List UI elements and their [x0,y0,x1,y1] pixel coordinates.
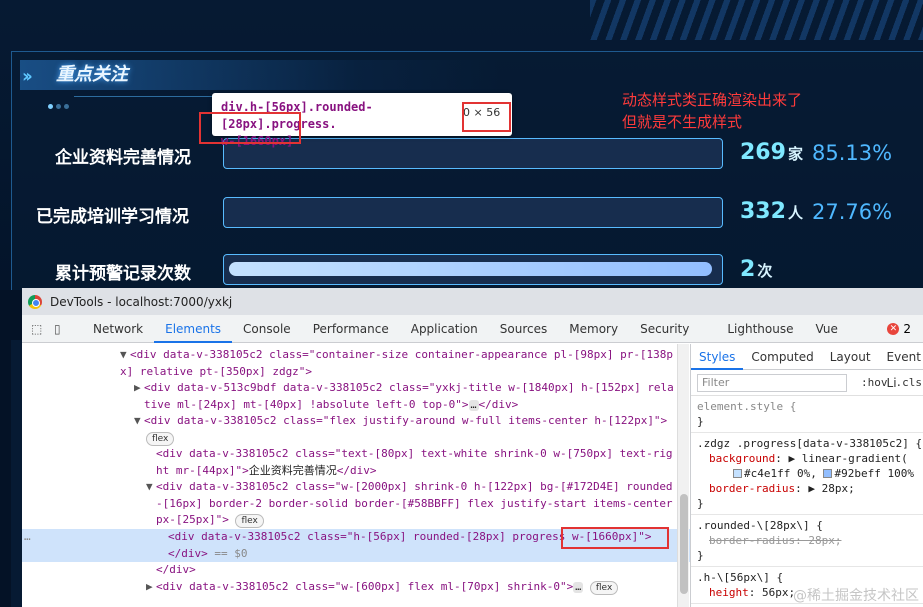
dom-node[interactable]: ▼ <div data-v-338105c2 class="w-[2000px] … [22,479,690,496]
rule-element-style[interactable]: element.style { } [691,396,923,433]
dashboard-edge [11,340,22,607]
tab-performance[interactable]: Performance [302,315,400,343]
header-decoration [590,0,923,40]
dom-node[interactable]: ▶ <div data-v-513c9bdf data-v-338105c2 cl… [22,380,690,397]
tab-event-listeners[interactable]: Event Li [879,344,923,390]
devtools-titlebar: DevTools - localhost:7000/yxkj [22,288,923,315]
chrome-icon [28,294,42,309]
error-icon: ✕ [887,323,900,335]
device-toolbar-icon[interactable]: ▯ [54,322,68,336]
dom-node-cont: ht mr-[44px]">企业资料完善情况</div> [156,463,377,477]
elements-dom-tree: ▼ <div data-v-338105c2 class="container-s… [22,344,690,607]
progress-fill-warnings [229,262,712,276]
title-dots-decoration [48,94,72,113]
devtools-window: DevTools - localhost:7000/yxkj ⬚ ▯ Netwo… [22,288,923,607]
percent-profile: 85.13% [812,141,893,165]
devtools-window-title: DevTools - localhost:7000/yxkj [50,294,233,309]
dashboard: ›› 重点关注 企业资料完善情况 269 家 85.13% 已完成培训学习情况 3… [0,0,923,290]
annotation-box-class [561,527,669,549]
tab-memory[interactable]: Memory [558,315,629,343]
flex-badge[interactable]: flex [22,430,690,447]
color-swatch[interactable] [823,469,833,478]
dom-node[interactable]: <div data-v-338105c2 class="text-[80px] … [22,446,690,463]
section-title: 重点关注 [56,64,128,85]
color-swatch[interactable] [733,469,742,478]
title-underline [74,96,224,97]
dom-node[interactable]: ▶ <div data-v-338105c2 class="w-[600px] f… [22,579,690,596]
tab-elements[interactable]: Elements [154,315,233,343]
dom-node-close: </div> [156,563,196,576]
count-warnings: 2次 [740,257,773,282]
dom-scrollbar[interactable] [677,344,689,607]
dom-node[interactable]: ▼ <div data-v-338105c2 class="flex justif… [22,413,690,430]
tab-styles[interactable]: Styles [691,344,744,370]
watermark: @稀土掘金技术社区 [793,588,919,604]
inspect-element-icon[interactable]: ⬚ [31,322,45,336]
chevron-right-icon: ›› [22,66,33,87]
dom-node[interactable]: ▼ <div data-v-338105c2 class="container-s… [22,347,690,364]
error-counter[interactable]: ✕ 2 [887,315,923,343]
tab-console[interactable]: Console [232,315,302,343]
rule-rounded[interactable]: .rounded-\[28px\] { border-radius: 28px;… [691,515,923,567]
progress-bar-training [223,197,723,228]
flex-badge[interactable]: flex [235,514,264,528]
annotation-box-tooltip-class [199,112,301,144]
tab-vue[interactable]: Vue [805,315,849,343]
dom-node-cont: tive ml-[24px] mt-[40px] !absolute left-… [144,397,519,411]
percent-training: 27.76% [812,200,893,224]
devtools-tabbar: ⬚ ▯ Network Elements Console Performance… [22,315,923,343]
row-label-training: 已完成培训学习情况 [36,207,189,227]
tab-computed[interactable]: Computed [743,344,821,370]
scrollbar-thumb[interactable] [680,494,688,594]
class-toggle[interactable]: .cls [896,376,923,389]
styles-filter-input[interactable]: Filter [697,373,847,392]
row-label-profile: 企业资料完善情况 [55,148,191,168]
dom-node-cont: x] relative pt-[350px] zdgz"> [120,364,313,378]
progress-bar-warnings [223,254,723,285]
styles-pane: Styles Computed Layout Event Li Filter :… [690,344,923,607]
count-profile: 269 家 [740,140,803,165]
tab-network[interactable]: Network [82,315,154,343]
row-label-warnings: 累计预警记录次数 [55,264,191,284]
collapsed-ellipsis[interactable]: … [468,399,479,411]
annotation-note: 动态样式类正确渲染出来了 但就是不生成样式 [622,91,803,131]
hover-state-toggle[interactable]: :hov [861,376,888,389]
tab-application[interactable]: Application [400,315,489,343]
tab-lighthouse[interactable]: Lighthouse [716,315,804,343]
annotation-box-tooltip-size [462,102,511,132]
dom-node-cont: -[16px] border-2 border-solid border-[#5… [156,496,673,510]
tab-sources[interactable]: Sources [489,315,558,343]
tab-layout[interactable]: Layout [822,344,879,370]
count-training: 332 人 [740,199,803,224]
styles-tabbar: Styles Computed Layout Event Li [691,344,923,390]
rule-progress[interactable]: .zdgz .progress[data-v-338105c2] { backg… [691,433,923,515]
tab-security[interactable]: Security [629,315,700,343]
